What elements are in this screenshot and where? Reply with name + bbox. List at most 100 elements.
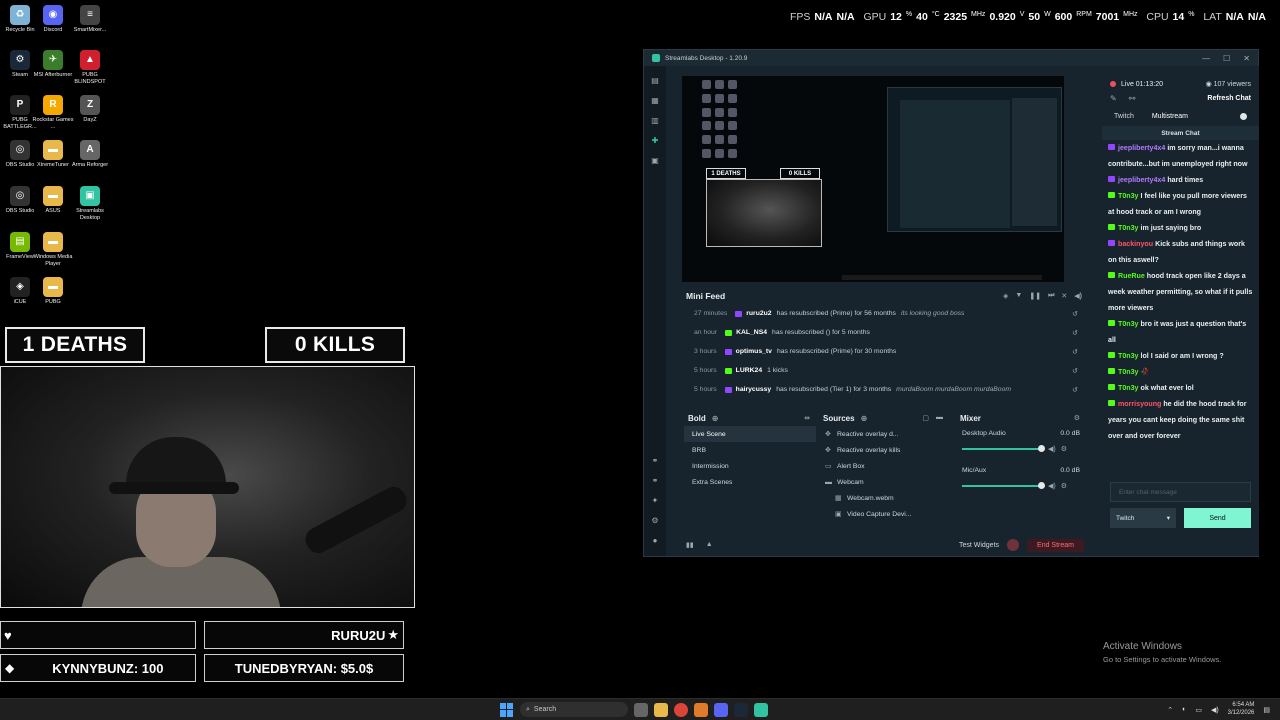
share-icon[interactable]: ⚯ [1129,94,1136,103]
scene-item[interactable]: Live Scene [684,426,816,442]
highlighter-icon[interactable]: ⚭ [650,476,660,486]
chat-username[interactable]: backinyou [1118,240,1153,248]
slider-handle[interactable] [1038,482,1045,489]
filter-icon[interactable]: ▼ [1015,292,1022,300]
steam-taskbar-icon[interactable] [734,702,748,717]
chat-username[interactable]: T0n3y [1118,368,1139,376]
alert-row-empty: ♥ [0,621,196,649]
source-item[interactable]: ▭ Alert Box [819,458,949,474]
folder-add-icon[interactable]: ▬ [936,414,943,422]
chat-username[interactable]: T0n3y [1118,224,1139,232]
stats-icon[interactable]: ▮▮ [686,541,694,549]
test-widgets-button[interactable]: Test Widgets [959,542,999,549]
apps-icon[interactable]: ✦ [650,496,660,506]
chat-username[interactable]: morrisyoung [1118,400,1161,408]
stream-preview[interactable]: 1 DEATHS 0 KILLS [682,76,1064,282]
desktop-icon-arma-icon[interactable]: A Arma Reforger [67,140,113,169]
notifications-icon[interactable]: ▤ [1263,706,1270,714]
source-item[interactable]: ▬ Webcam [819,474,949,490]
platform-select[interactable]: Twitch ▾ [1110,508,1176,528]
volume-slider[interactable] [962,482,1045,489]
profile-icon[interactable]: ● [650,536,660,546]
record-icon[interactable] [1007,539,1020,551]
source-item[interactable]: ▦ Webcam.webm [819,490,949,506]
source-item[interactable]: ✥ Reactive overlay kills [819,442,949,458]
desktop-icon-streamlabs-icon[interactable]: ▣ Streamlabs Desktop [67,186,113,221]
channel-settings-icon[interactable]: ⚙ [1061,482,1067,490]
chat-username[interactable]: T0n3y [1118,352,1139,360]
shield-icon[interactable]: ◈ [1003,292,1008,300]
app-a-icon[interactable] [694,702,708,717]
desktop-icon-mixer-icon[interactable]: ≡ SmartMixer... [67,5,113,34]
clock[interactable]: 6:54 AM 3/12/2026 [1228,702,1255,717]
speaker-icon[interactable]: ◀) [1048,482,1056,490]
scene-item[interactable]: BRB [684,442,816,458]
skip-icon[interactable]: ⏭ [1048,292,1054,300]
chat-input[interactable]: Enter chat message [1110,482,1251,502]
source-label: Alert Box [837,462,865,470]
desktop-icon-dayz-icon[interactable]: Z DayZ [67,95,113,124]
settings-icon[interactable]: ⚙ [650,516,660,526]
start-icon[interactable] [500,702,514,717]
edit-icon[interactable]: ✎ [1110,94,1117,103]
dashboard-icon[interactable]: ✚ [650,136,660,146]
source-item[interactable]: ▣ Video Capture Devi... [819,506,949,522]
editor-icon[interactable]: ▤ [650,76,660,86]
replay-icon[interactable]: ↺ [1072,329,1086,337]
transition-icon[interactable]: ⇹ [804,414,810,422]
desktop-icon-folder-icon[interactable]: ▬ PUBG [30,277,76,306]
desktop-icon-pubg-blindspot-icon[interactable]: ▲ PUBG BLINDSPOT [67,50,113,85]
library-icon[interactable]: ▥ [650,116,660,126]
streamlabs-taskbar-icon[interactable] [754,702,768,717]
mixer-settings-icon[interactable]: ⚙ [1074,414,1080,422]
send-button[interactable]: Send [1184,508,1251,528]
refresh-chat-button[interactable]: Refresh Chat [1207,95,1251,102]
chrome-icon[interactable] [674,702,688,717]
slider-handle[interactable] [1038,445,1045,452]
mute-icon[interactable]: ✕ [1061,292,1067,300]
chat-username[interactable]: RueRue [1118,272,1145,280]
chat-username[interactable]: jeepliberty4x4 [1118,176,1165,184]
add-scene-icon[interactable]: ⊕ [712,414,719,423]
tab-multistream[interactable]: Multistream [1152,113,1188,120]
pause-icon[interactable]: ❚❚ [1029,292,1041,300]
chat-username[interactable]: jeepliberty4x4 [1118,144,1165,152]
replay-icon[interactable]: ↺ [1072,367,1086,375]
chat-username[interactable]: T0n3y [1118,192,1139,200]
discord-taskbar-icon[interactable] [714,702,728,717]
tab-twitch[interactable]: Twitch [1114,113,1134,120]
volume-tray-icon[interactable]: ◀) [1211,706,1219,714]
group-icon[interactable]: ▢ [922,414,929,422]
maximize-icon[interactable]: ☐ [1223,54,1230,63]
add-source-icon[interactable]: ⊕ [861,414,868,423]
network-icon[interactable]: ▭ [1195,706,1202,714]
volume-icon[interactable]: ◀) [1074,292,1082,300]
speaker-icon[interactable]: ◀) [1048,445,1056,453]
chevron-up-icon[interactable]: ⌃ [1167,706,1173,714]
scene-item[interactable]: Extra Scenes [684,474,816,490]
scene-collection-name[interactable]: Bold [688,414,706,423]
task-view-icon[interactable] [634,702,648,717]
chat-username[interactable]: T0n3y [1118,384,1139,392]
end-stream-button[interactable]: End Stream [1027,538,1084,552]
volume-slider[interactable] [962,445,1045,452]
layout-icon[interactable]: ▦ [650,96,660,106]
replay-icon[interactable]: ↺ [1072,310,1086,318]
replay-icon[interactable]: ↺ [1072,348,1086,356]
replay-icon[interactable]: ↺ [1072,386,1086,394]
close-icon[interactable]: ✕ [1243,54,1250,63]
channel-settings-icon[interactable]: ⚙ [1061,445,1067,453]
taskbar-search[interactable]: ⌕ Search [520,702,628,717]
store-icon[interactable]: ▣ [650,156,660,166]
minimize-icon[interactable]: — [1202,54,1210,63]
tray-app-icon[interactable]: ◐ [1182,706,1186,713]
desktop-icon-folder-icon[interactable]: ▬ Windows Media Player [30,232,76,267]
source-item[interactable]: ✥ Reactive overlay d... [819,426,949,442]
memory-clock: 7001 [1095,11,1120,23]
scene-item[interactable]: Intermission [684,458,816,474]
chat-username[interactable]: T0n3y [1118,320,1139,328]
notification-icon[interactable]: ▲ [706,541,713,549]
file-explorer-icon[interactable] [654,702,668,717]
link-icon[interactable]: ⚭ [650,456,660,466]
info-icon[interactable] [1240,113,1247,120]
